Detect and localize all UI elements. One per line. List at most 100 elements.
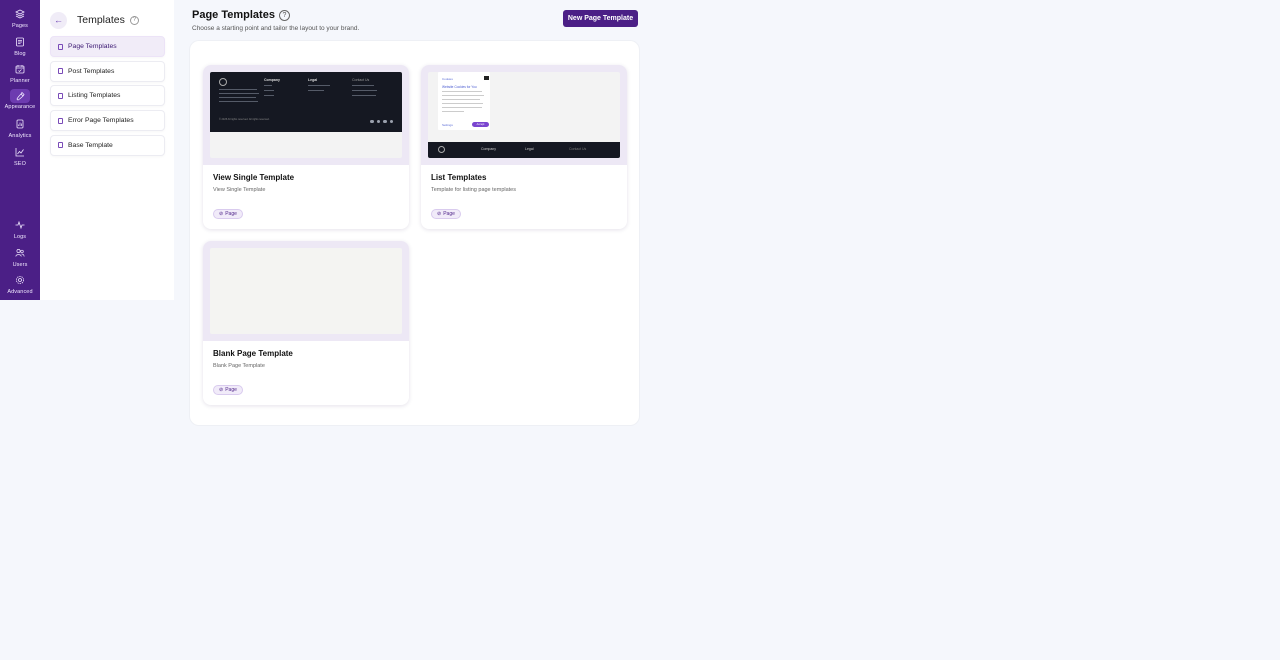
card-description: View Single Template — [213, 187, 266, 193]
rail-item-seo[interactable]: SEO — [0, 144, 40, 172]
type-badge: ⊘ Page — [213, 209, 243, 219]
rail-item-planner[interactable]: Planner — [0, 61, 40, 89]
text-line — [442, 99, 480, 100]
rail-item-advanced[interactable]: Advanced — [0, 272, 40, 300]
template-card-view-single[interactable]: Company Legal Contact Us © 2025 All righ… — [203, 65, 409, 229]
tag-icon: ⊘ — [219, 387, 224, 393]
rail-item-users[interactable]: Users — [0, 245, 40, 273]
sidebar-header: ← Templates ? — [50, 10, 165, 30]
templates-sidebar: ← Templates ? Page Templates Post Templa… — [40, 0, 174, 300]
text-line — [219, 97, 256, 98]
preview-company: Company — [264, 78, 280, 82]
text-line — [219, 101, 258, 102]
back-button[interactable]: ← — [50, 11, 67, 29]
activity-icon — [11, 217, 29, 233]
sidebar-item-label: Base Template — [68, 141, 113, 149]
cookie-box-preview: Cookies Website Cookies for You Settings… — [438, 72, 490, 130]
users-icon — [11, 245, 29, 261]
list-preview: Cookies Website Cookies for You Settings… — [428, 72, 620, 158]
text-line — [219, 89, 257, 90]
page-subtitle: Choose a starting point and tailor the l… — [192, 25, 360, 32]
page-title: Page Templates — [192, 9, 275, 21]
card-body: Blank Page Template Blank Page Template … — [203, 341, 409, 404]
preview-cookie-head: Cookies — [442, 77, 453, 81]
tag-icon: ⊘ — [219, 211, 224, 217]
card-description: Blank Page Template — [213, 363, 265, 369]
card-body: List Templates Template for listing page… — [421, 165, 627, 228]
card-title: List Templates — [431, 173, 487, 182]
blog-icon — [11, 34, 29, 50]
rail-item-logs[interactable]: Logs — [0, 217, 40, 245]
template-thumbnail: Company Legal Contact Us © 2025 All righ… — [203, 65, 409, 165]
sidebar-title: Templates — [77, 14, 125, 26]
sidebar-item-post-templates[interactable]: Post Templates — [50, 60, 165, 82]
chart-line-icon — [11, 144, 29, 160]
text-line — [352, 85, 374, 86]
rail-label: Pages — [11, 23, 29, 29]
analytics-icon — [11, 116, 29, 132]
text-line — [264, 85, 272, 86]
page-title-row: Page Templates ? — [192, 9, 290, 21]
sidebar-item-listing-templates[interactable]: Listing Templates — [50, 85, 165, 107]
blank-preview — [210, 248, 402, 334]
preview-contact: Contact Us — [352, 78, 370, 82]
rail-label: Blog — [14, 50, 26, 57]
help-icon[interactable]: ? — [278, 9, 290, 21]
rail-item-analytics[interactable]: Analytics — [0, 116, 40, 144]
badge-label: Page — [443, 211, 455, 217]
type-badge: ⊘ Page — [431, 209, 461, 219]
preview-contact: Contact Us — [569, 147, 587, 151]
sidebar-item-label: Post Templates — [68, 67, 115, 75]
rail-item-blog[interactable]: Blog — [0, 34, 40, 62]
sidebar-item-label: Listing Templates — [68, 92, 121, 100]
icon-rail: Pages Blog Planner Appearance Analytics … — [0, 0, 40, 300]
preview-legal: Legal — [525, 147, 534, 151]
dark-footer-preview: Company Legal Contact Us © 2025 All righ… — [210, 72, 402, 132]
document-icon — [58, 92, 63, 99]
type-badge: ⊘ Page — [213, 385, 243, 395]
card-title: View Single Template — [213, 173, 295, 182]
rail-item-pages[interactable]: Pages — [0, 6, 40, 34]
text-line — [442, 95, 484, 96]
templates-panel: Company Legal Contact Us © 2025 All righ… — [190, 41, 639, 425]
text-line — [442, 111, 464, 112]
document-icon — [58, 142, 63, 149]
logo-icon — [438, 146, 445, 153]
rail-label: SEO — [14, 160, 26, 167]
text-line — [308, 85, 330, 86]
calendar-icon — [11, 61, 29, 77]
layers-icon — [11, 6, 29, 22]
rail-label: Planner — [10, 78, 30, 85]
rail-label: Appearance — [4, 103, 36, 110]
text-line — [442, 103, 483, 104]
text-line — [264, 95, 274, 96]
text-line — [219, 93, 259, 94]
template-card-blank[interactable]: Blank Page Template Blank Page Template … — [203, 241, 409, 405]
template-thumbnail — [203, 241, 409, 341]
help-icon[interactable]: ? — [129, 15, 139, 25]
footer-preview: Company Legal Contact Us © 2025 All righ… — [210, 72, 402, 158]
sidebar-item-page-templates[interactable]: Page Templates — [50, 36, 165, 57]
dark-footer-preview: Company Legal Contact Us — [428, 142, 620, 158]
rail-item-appearance[interactable]: Appearance — [0, 88, 40, 117]
preview-legal: Legal — [308, 78, 318, 82]
brush-icon — [10, 88, 30, 103]
sidebar-item-base-template[interactable]: Base Template — [50, 134, 165, 156]
badge-label: Page — [225, 387, 237, 393]
gear-icon — [11, 272, 29, 288]
document-icon — [58, 117, 63, 124]
text-line — [308, 90, 324, 91]
card-description: Template for listing page templates — [431, 187, 516, 193]
preview-company: Company — [481, 147, 496, 151]
rail-label: Advanced — [7, 289, 33, 296]
sidebar-item-label: Page Templates — [68, 43, 117, 50]
text-line — [352, 90, 377, 91]
preview-settings: Settings — [442, 123, 453, 127]
tag-icon: ⊘ — [437, 211, 442, 217]
arrow-left-icon: ← — [54, 15, 63, 25]
document-icon — [58, 68, 63, 75]
template-card-list[interactable]: Cookies Website Cookies for You Settings… — [421, 65, 627, 229]
new-page-template-button[interactable]: New Page Template — [563, 10, 638, 27]
rail-label: Logs — [13, 234, 27, 241]
sidebar-item-error-page-templates[interactable]: Error Page Templates — [50, 110, 165, 132]
